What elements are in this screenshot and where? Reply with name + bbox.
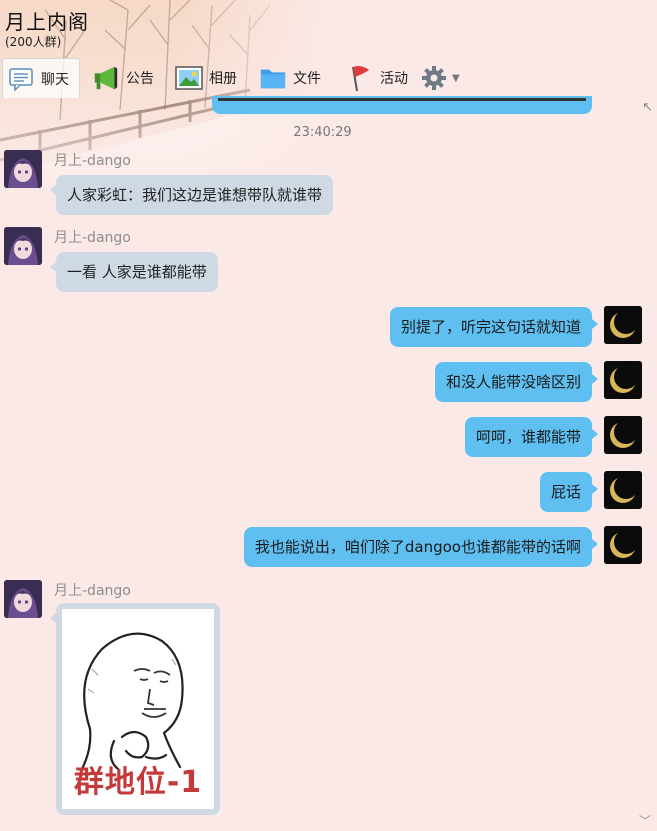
incoming-message-bubble[interactable]: 人家彩虹：我们这边是谁想带队就谁带 — [49, 175, 334, 215]
collapse-icon[interactable]: ↖ — [642, 100, 653, 115]
album-icon — [175, 64, 203, 92]
flag-icon — [346, 64, 374, 92]
avatar[interactable] — [4, 580, 42, 618]
my-avatar[interactable] — [604, 306, 642, 344]
dropdown-caret-icon: ▼ — [452, 72, 460, 84]
tab-notice[interactable]: 公告 — [88, 58, 158, 98]
chat-icon — [7, 65, 35, 93]
tab-album[interactable]: 相册 — [171, 58, 241, 98]
tab-activity[interactable]: 活动 — [342, 58, 412, 98]
sticker-image: 群地位-1 — [62, 609, 214, 809]
group-name: 月上内阁 — [5, 10, 89, 34]
sticker-message[interactable]: 群地位-1 — [50, 603, 220, 815]
folder-icon — [259, 64, 287, 92]
outgoing-message-bubble[interactable]: 屁话 — [539, 472, 599, 512]
incoming-message-bubble[interactable]: 一看 人家是谁都能带 — [50, 252, 218, 292]
avatar[interactable] — [4, 150, 42, 188]
tab-notice-label: 公告 — [126, 71, 154, 87]
avatar[interactable] — [4, 227, 42, 265]
outgoing-message-bubble[interactable]: 呵呵，谁都能带 — [464, 417, 599, 457]
outgoing-message-bubble[interactable]: 我也能说出，咱们除了dangoo也谁都能带的话啊 — [243, 527, 599, 567]
my-avatar[interactable] — [604, 416, 642, 454]
tab-files-label: 文件 — [293, 71, 321, 87]
my-avatar[interactable] — [604, 526, 642, 564]
outgoing-message-bubble[interactable]: 别提了，听完这句话就知道 — [389, 307, 599, 347]
message-timestamp: 23:40:29 — [293, 125, 352, 140]
sender-name: 月上-dango — [54, 583, 131, 599]
scroll-down-icon[interactable]: ﹀ — [639, 812, 651, 829]
previous-message-edge — [212, 96, 592, 114]
sender-name: 月上-dango — [54, 230, 131, 246]
tab-chat-label: 聊天 — [41, 71, 69, 88]
sender-name: 月上-dango — [54, 153, 131, 169]
sticker-caption: 群地位-1 — [73, 765, 203, 800]
announcement-icon — [92, 64, 120, 92]
my-avatar[interactable] — [604, 361, 642, 399]
my-avatar[interactable] — [604, 471, 642, 509]
tab-files[interactable]: 文件 — [255, 58, 325, 98]
group-member-count: (200人群) — [5, 35, 62, 49]
toolbar: 聊天 公告 相册 文件 活动 ▼ — [0, 58, 657, 100]
tab-activity-label: 活动 — [380, 71, 408, 87]
gear-icon — [420, 64, 448, 92]
tab-chat[interactable]: 聊天 — [2, 58, 80, 98]
settings-menu-button[interactable]: ▼ — [416, 58, 464, 98]
chat-header: 月上内阁 (200人群) 聊天 公告 相册 文件 活动 ▼ — [0, 0, 657, 100]
outgoing-message-bubble[interactable]: 和没人能带没啥区别 — [434, 362, 599, 402]
tab-album-label: 相册 — [209, 71, 237, 87]
